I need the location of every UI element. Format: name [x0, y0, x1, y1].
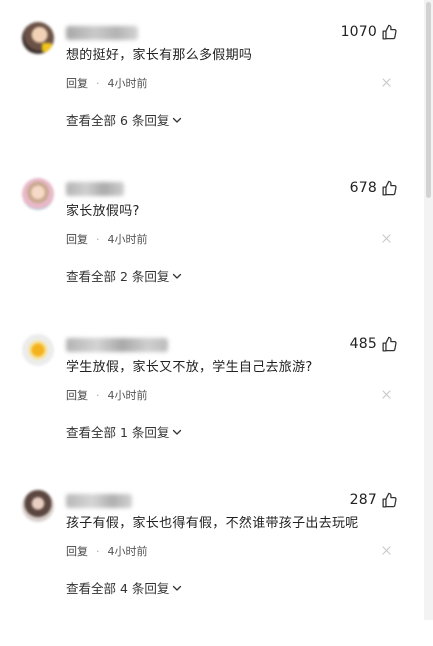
like-button[interactable]: 287 — [350, 490, 398, 510]
comment-text: 学生放假，家长又不放，学生自己去旅游? — [66, 360, 313, 375]
like-count: 287 — [349, 492, 377, 508]
thumbs-up-icon[interactable] — [381, 24, 398, 41]
thumbs-up-icon[interactable] — [381, 492, 398, 509]
view-all-replies-label: 查看全部 4 条回复 — [66, 581, 170, 596]
separator-dot: · — [96, 76, 100, 90]
comment-item: 287 孩子有假，家长也得有假，不然谁带孩子出去玩呢 回复 · 4小时前 查看全… — [0, 490, 424, 646]
view-all-replies-label: 查看全部 6 条回复 — [66, 113, 170, 128]
timestamp: 4小时前 — [107, 77, 148, 90]
timestamp: 4小时前 — [107, 233, 148, 246]
avatar[interactable] — [22, 490, 54, 522]
like-count: 678 — [349, 180, 377, 196]
username-blurred[interactable] — [66, 182, 124, 196]
view-all-replies-button[interactable]: 查看全部 6 条回复 — [66, 110, 182, 129]
comment-item: 485 学生放假，家长又不放，学生自己去旅游? 回复 · 4小时前 查看全部 1… — [0, 334, 424, 490]
scrollbar-thumb[interactable] — [426, 2, 431, 198]
view-all-replies-button[interactable]: 查看全部 2 条回复 — [66, 266, 182, 285]
comment-text: 家长放假吗? — [66, 204, 140, 219]
comment-meta: 回复 · 4小时前 — [66, 543, 148, 559]
username-blurred[interactable] — [66, 26, 138, 40]
like-button[interactable]: 485 — [350, 334, 398, 354]
close-icon[interactable] — [382, 234, 391, 243]
timestamp: 4小时前 — [107, 545, 148, 558]
chevron-down-icon — [173, 273, 182, 279]
comment-list: 1070 想的挺好，家长有那么多假期吗 回复 · 4小时前 查看全部 6 条回复… — [0, 0, 424, 620]
view-all-replies-label: 查看全部 1 条回复 — [66, 425, 170, 440]
comment-item: 678 家长放假吗? 回复 · 4小时前 查看全部 2 条回复 — [0, 178, 424, 334]
like-button[interactable]: 678 — [350, 178, 398, 198]
separator-dot: · — [96, 388, 100, 402]
view-all-replies-label: 查看全部 2 条回复 — [66, 269, 170, 284]
reply-button[interactable]: 回复 — [66, 543, 88, 559]
close-icon[interactable] — [382, 390, 391, 399]
view-all-replies-button[interactable]: 查看全部 4 条回复 — [66, 578, 182, 597]
comment-text: 想的挺好，家长有那么多假期吗 — [66, 48, 253, 63]
comment-meta: 回复 · 4小时前 — [66, 75, 148, 91]
close-icon[interactable] — [382, 546, 391, 555]
username-blurred[interactable] — [66, 494, 132, 508]
chevron-down-icon — [173, 429, 182, 435]
view-all-replies-button[interactable]: 查看全部 1 条回复 — [66, 422, 182, 441]
chevron-down-icon — [173, 117, 182, 123]
comment-meta: 回复 · 4小时前 — [66, 387, 148, 403]
timestamp: 4小时前 — [107, 389, 148, 402]
comment-item: 1070 想的挺好，家长有那么多假期吗 回复 · 4小时前 查看全部 6 条回复 — [0, 22, 424, 178]
like-count: 485 — [349, 336, 377, 352]
close-icon[interactable] — [382, 78, 391, 87]
scrollbar[interactable] — [424, 0, 433, 620]
separator-dot: · — [96, 544, 100, 558]
avatar[interactable] — [22, 22, 54, 54]
reply-button[interactable]: 回复 — [66, 387, 88, 403]
avatar[interactable] — [22, 178, 54, 210]
comment-text: 孩子有假，家长也得有假，不然谁带孩子出去玩呢 — [66, 516, 359, 531]
like-count: 1070 — [340, 24, 377, 40]
thumbs-up-icon[interactable] — [381, 336, 398, 353]
chevron-down-icon — [173, 585, 182, 591]
separator-dot: · — [96, 232, 100, 246]
comment-meta: 回复 · 4小时前 — [66, 231, 148, 247]
reply-button[interactable]: 回复 — [66, 75, 88, 91]
avatar[interactable] — [22, 334, 54, 366]
reply-button[interactable]: 回复 — [66, 231, 88, 247]
username-blurred[interactable] — [66, 338, 168, 352]
like-button[interactable]: 1070 — [341, 22, 398, 42]
thumbs-up-icon[interactable] — [381, 180, 398, 197]
